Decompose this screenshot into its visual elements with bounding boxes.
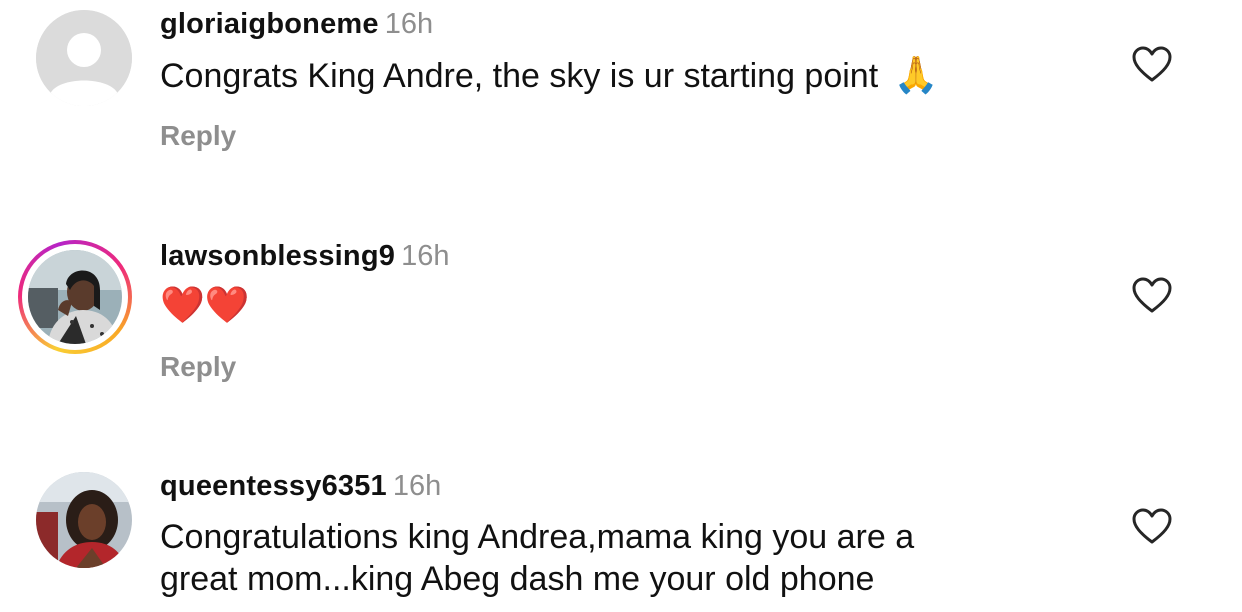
reply-button[interactable]: Reply [160,351,236,383]
timestamp: 16h [392,470,442,502]
red-hearts-emoji: ❤️❤️ [160,284,250,325]
story-ring[interactable] [18,240,132,354]
like-button[interactable] [1130,506,1174,546]
default-avatar-icon [36,10,132,106]
comment-header: gloriaigboneme 16h [160,8,433,41]
heart-outline-icon [1132,508,1172,544]
like-button[interactable] [1130,44,1174,84]
comment-text-line: great mom...king Abeg dash me your old p… [160,560,875,598]
comment-text: ❤️❤️ [160,284,250,327]
comment-text: Congratulations king Andrea,mama king yo… [160,516,914,600]
comment-text-content: Congrats King Andre, the sky is ur start… [160,57,879,95]
username-link[interactable]: lawsonblessing9 [160,240,395,272]
story-ring-gap [22,244,128,350]
timestamp: 16h [384,8,434,40]
profile-photo [36,472,132,568]
comment-text-line: Congratulations king Andrea,mama king yo… [160,518,915,556]
heart-outline-icon [1132,46,1172,82]
comment-header: queentessy6351 16h [160,470,441,503]
username-link[interactable]: queentessy6351 [160,470,387,502]
comment-text: Congrats King Andre, the sky is ur start… [160,54,938,97]
timestamp: 16h [401,240,450,272]
avatar [28,250,122,344]
like-button[interactable] [1130,275,1174,315]
avatar[interactable] [36,472,132,568]
comment-header: lawsonblessing9 16h [160,240,449,273]
praying-hands-emoji: 🙏 [893,54,939,95]
profile-photo [28,250,122,344]
avatar[interactable] [36,10,132,106]
heart-outline-icon [1132,277,1172,313]
username-link[interactable]: gloriaigboneme [160,8,379,40]
reply-button[interactable]: Reply [160,120,236,152]
